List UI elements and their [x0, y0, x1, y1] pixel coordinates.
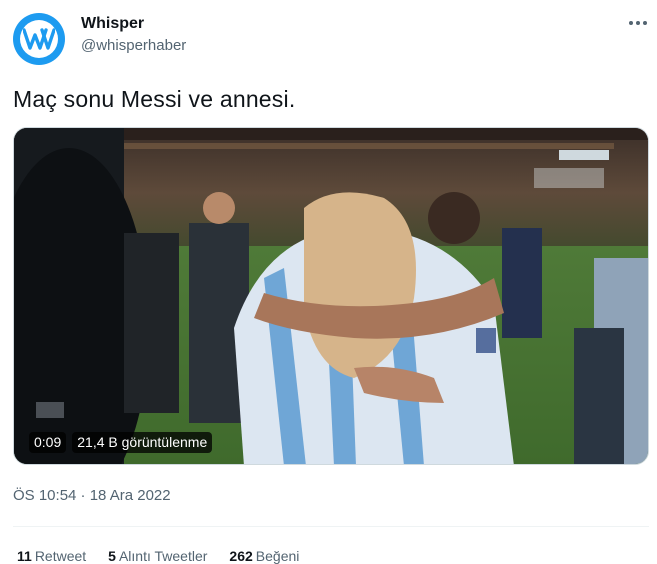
- author-name[interactable]: Whisper: [81, 15, 144, 33]
- likes-count: 262: [229, 548, 253, 564]
- video-views: 21,4 B görüntülenme: [72, 432, 213, 453]
- quotes-count: 5: [108, 548, 116, 564]
- engagement-stats: 11 Retweet 5 Alıntı Tweetler 262 Beğeni: [17, 548, 299, 564]
- retweets-count: 11: [17, 548, 32, 564]
- whisper-logo-icon: [23, 28, 55, 50]
- quotes-label: Alıntı Tweetler: [118, 548, 208, 564]
- more-dots-icon[interactable]: [627, 12, 649, 32]
- video-frame: [14, 128, 648, 464]
- divider: [13, 526, 649, 527]
- likes-label: Beğeni: [255, 548, 300, 564]
- video-stats: 0:09 21,4 B görüntülenme: [29, 432, 213, 453]
- retweets-label: Retweet: [34, 548, 87, 564]
- likes-stat[interactable]: 262 Beğeni: [229, 548, 299, 564]
- retweets-stat[interactable]: 11 Retweet: [17, 548, 86, 564]
- video-duration: 0:09: [29, 432, 67, 453]
- tweet-text: Maç sonu Messi ve annesi.: [13, 86, 296, 112]
- tweet-timestamp[interactable]: ÖS 10:54 · 18 Ara 2022: [13, 487, 171, 504]
- author-handle[interactable]: @whisperhaber: [81, 37, 186, 54]
- video-player[interactable]: 0:09 21,4 B görüntülenme: [13, 127, 649, 465]
- author-avatar[interactable]: [13, 13, 65, 65]
- quotes-stat[interactable]: 5 Alıntı Tweetler: [108, 548, 207, 564]
